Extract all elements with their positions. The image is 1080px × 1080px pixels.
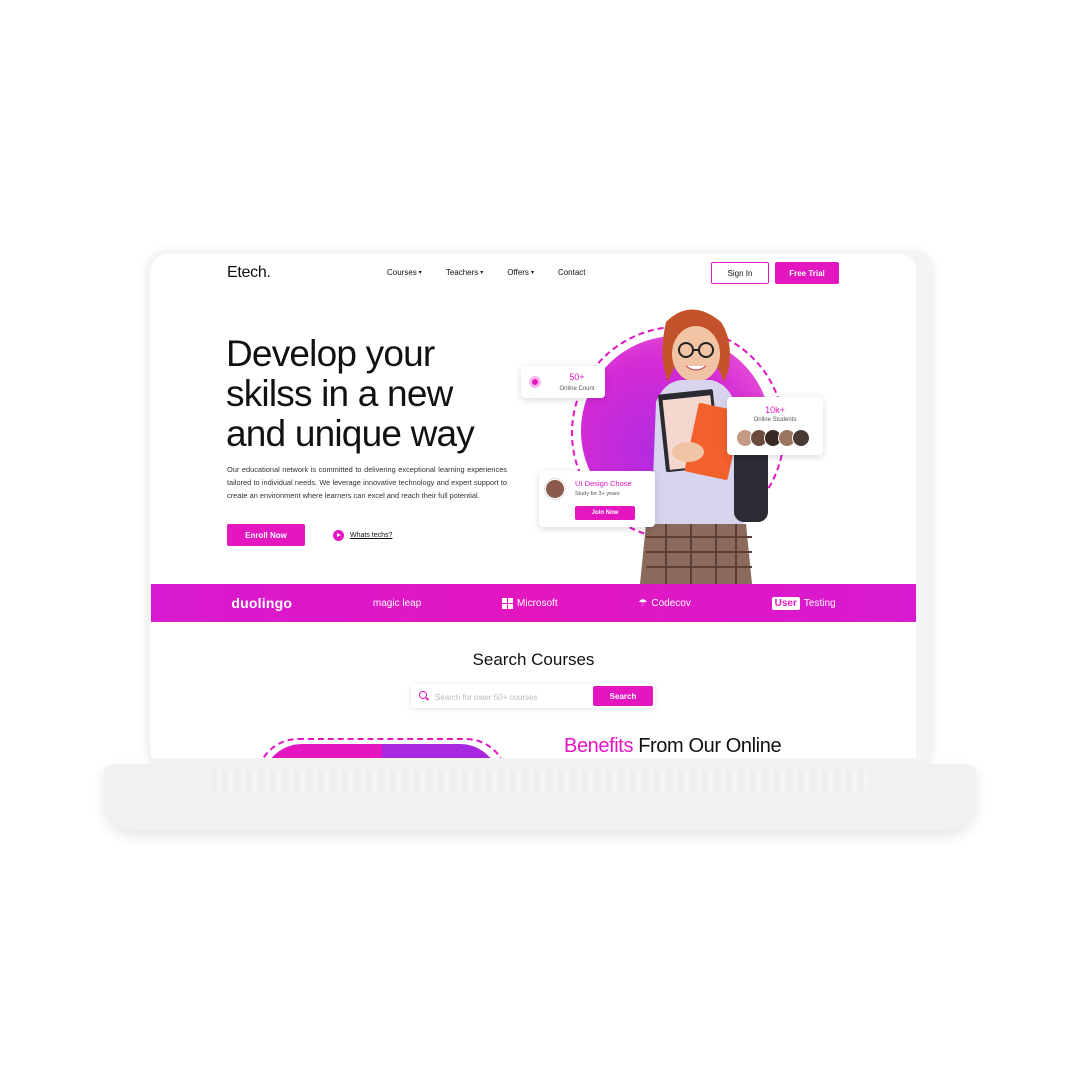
nav-teachers-label: Teachers [445, 268, 479, 277]
target-icon [529, 376, 541, 388]
laptop-keyboard [210, 770, 870, 792]
umbrella-icon: ☂ [638, 597, 648, 609]
whats-techs-link[interactable]: Whats techs? [333, 530, 392, 541]
online-students-card: 10k+ Online Students [727, 397, 823, 455]
laptop-screen: Etech. Courses ▾ Teachers ▾ Offers ▾ Con… [151, 254, 916, 758]
duolingo-logo: duolingo [231, 595, 293, 611]
benefits-image-left [262, 744, 382, 758]
usertesting-user-label: User [771, 596, 800, 610]
join-now-button[interactable]: Join Now [575, 506, 635, 520]
search-icon [419, 691, 427, 699]
course-subtitle: Study for 3+ years [575, 491, 620, 497]
benefits-heading-accent: Benefits [564, 735, 634, 757]
benefits-heading: Benefits From Our Online [564, 735, 782, 758]
chevron-down-icon: ▾ [418, 270, 422, 276]
hero-title-line-1: Develop your [226, 333, 435, 374]
nav-courses[interactable]: Courses ▾ [387, 268, 422, 277]
search-button[interactable]: Search [593, 686, 653, 706]
partner-logos-band: duolingo magic leap Microsoft ☂ Codecov … [151, 584, 916, 622]
online-students-value: 10k+ [765, 405, 785, 415]
windows-icon [502, 597, 514, 609]
enroll-now-button[interactable]: Enroll Now [227, 524, 305, 546]
search-courses-heading: Search Courses [472, 650, 595, 669]
benefits-image-right [382, 744, 500, 758]
nav-contact-label: Contact [557, 268, 586, 277]
avatar [545, 479, 565, 499]
hero-title: Develop your skilss in a new and unique … [226, 334, 526, 454]
codecov-label: Codecov [651, 597, 691, 609]
benefits-image [256, 738, 508, 758]
chevron-down-icon: ▾ [530, 270, 534, 276]
nav-offers[interactable]: Offers ▾ [507, 268, 534, 277]
course-card: UI Design Chose Study for 3+ years Join … [539, 471, 655, 527]
usertesting-testing-label: Testing [803, 597, 836, 609]
hero-title-line-2: skilss in a new [226, 373, 453, 414]
microsoft-label: Microsoft [517, 597, 558, 609]
online-students-label: Online Students [753, 417, 797, 423]
online-count-label: Online Count [559, 386, 595, 392]
nav-teachers[interactable]: Teachers ▾ [446, 268, 483, 277]
nav-courses-label: Courses [387, 268, 417, 277]
main-nav: Courses ▾ Teachers ▾ Offers ▾ Contact [387, 268, 586, 277]
search-input[interactable] [433, 688, 587, 706]
online-count-card: 50+ Online Count [521, 366, 605, 398]
nav-contact[interactable]: Contact [558, 268, 586, 277]
hero-title-line-3: and unique way [226, 413, 475, 454]
sign-in-button[interactable]: Sign In [711, 262, 769, 284]
hero-description: Our educational network is committed to … [227, 465, 507, 500]
online-count-value: 50+ [569, 372, 585, 382]
benefits-heading-rest: From Our Online [633, 735, 782, 757]
search-bar: Search [411, 684, 655, 708]
chevron-down-icon: ▾ [480, 270, 484, 276]
free-trial-button[interactable]: Free Trial [775, 262, 839, 284]
usertesting-logo: User Testing [771, 596, 836, 610]
magic-leap-logo: magic leap [372, 597, 422, 609]
play-icon [333, 530, 344, 541]
microsoft-logo: Microsoft [502, 597, 558, 609]
site-logo[interactable]: Etech. [227, 264, 271, 282]
course-title: UI Design Chose [575, 479, 632, 488]
student-avatars [727, 429, 823, 447]
nav-offers-label: Offers [507, 268, 529, 277]
avatar [792, 429, 810, 447]
whats-techs-label: Whats techs? [350, 532, 393, 539]
codecov-logo: ☂ Codecov [638, 598, 690, 609]
